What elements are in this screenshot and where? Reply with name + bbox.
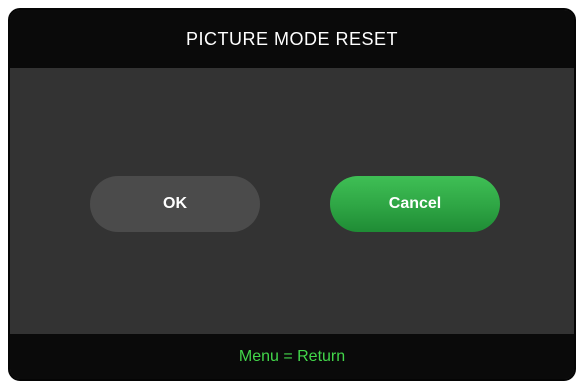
dialog-title: PICTURE MODE RESET <box>185 28 399 49</box>
menu-return-hint: Menu = Return <box>238 347 346 365</box>
ok-button[interactable]: OK <box>90 176 260 232</box>
dialog-header: PICTURE MODE RESET <box>10 10 574 68</box>
picture-mode-reset-dialog: PICTURE MODE RESET OK Cancel Menu = Retu… <box>8 8 576 381</box>
dialog-footer: Menu = Return <box>10 334 574 379</box>
cancel-button-label: Cancel <box>388 195 442 212</box>
ok-button-label: OK <box>163 195 187 212</box>
cancel-button[interactable]: Cancel <box>330 176 500 232</box>
dialog-body: OK Cancel <box>10 68 574 338</box>
